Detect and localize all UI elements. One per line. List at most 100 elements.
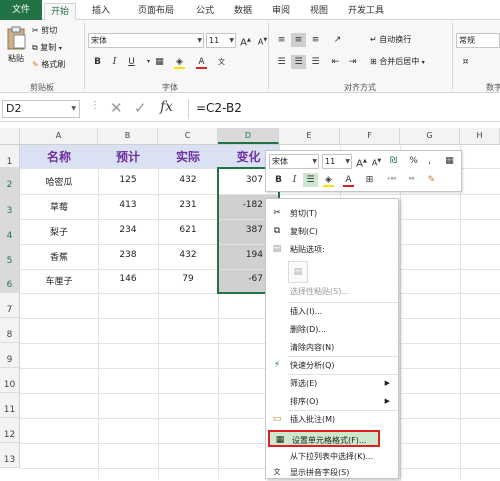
mini-font-size-combo[interactable]: 11 ▼ [322, 154, 352, 169]
menu-item-copy[interactable]: ⧉ 复制(C) [266, 223, 398, 240]
wrap-text-button[interactable]: ↵ 自动换行 [370, 33, 440, 47]
mini-increase-decimal-button[interactable]: ⁺⁰⁰ [384, 173, 399, 187]
merge-center-button[interactable]: ⊞ 合并后居中 ▾ [370, 55, 452, 69]
mini-grow-font-button[interactable]: A▲ [354, 154, 369, 169]
table-header-cell[interactable]: 名称 [20, 148, 98, 165]
row-header-8[interactable]: 8 [0, 318, 20, 343]
column-header-c[interactable]: C [158, 128, 218, 144]
align-top-button[interactable]: ≡ [274, 33, 289, 47]
copy-button[interactable]: ⧉ 复制 ▾ [32, 42, 82, 54]
tab-file[interactable]: 文件 [0, 0, 42, 20]
phonetic-button[interactable]: 文 [214, 55, 229, 69]
table-cell[interactable]: 231 [158, 200, 218, 210]
mini-shrink-font-button[interactable]: A▼ [369, 154, 384, 168]
tab-view[interactable]: 视图 [302, 3, 336, 20]
mini-font-color-button[interactable]: A [341, 173, 356, 187]
tab-developer[interactable]: 开发工具 [340, 3, 392, 20]
row-header-6[interactable]: 6 [0, 269, 20, 293]
column-header-e[interactable]: E [279, 128, 340, 144]
italic-button[interactable]: I [107, 55, 122, 69]
mini-comma-button[interactable]: , [422, 154, 437, 168]
mini-accounting-button[interactable]: ₪ [386, 154, 401, 168]
borders-button[interactable]: ▦ [152, 55, 167, 69]
mini-decrease-decimal-button[interactable]: ⁰⁰ [404, 173, 419, 187]
currency-button[interactable]: ¤ [458, 55, 473, 69]
mini-format-painter-button[interactable]: ✎ [424, 173, 439, 187]
table-cell[interactable]: 387 [218, 225, 263, 235]
table-cell[interactable]: 194 [218, 250, 263, 260]
table-cell[interactable]: 79 [158, 274, 218, 284]
row-header-9[interactable]: 9 [0, 343, 20, 368]
mini-bold-button[interactable]: B [271, 173, 286, 187]
table-cell[interactable]: 草莓 [20, 200, 98, 213]
row-header-12[interactable]: 12 [0, 418, 20, 443]
menu-item-format-cells[interactable]: ▦ 设置单元格格式(F)... [268, 430, 380, 447]
row-header-11[interactable]: 11 [0, 393, 20, 418]
row-header-2[interactable]: 2 [0, 168, 20, 194]
increase-indent-button[interactable]: ⇥ [345, 55, 360, 69]
bold-button[interactable]: B [90, 55, 105, 69]
paste-option-button[interactable]: ▤ [288, 261, 308, 283]
table-cell[interactable]: -67 [218, 274, 263, 284]
column-header-h[interactable]: H [460, 128, 500, 144]
menu-item-pick-from-list[interactable]: 从下拉列表中选择(K)... [266, 448, 398, 465]
column-header-b[interactable]: B [98, 128, 158, 144]
tab-page-layout[interactable]: 页面布局 [126, 3, 186, 20]
number-format-combo[interactable]: 常规 [456, 33, 500, 48]
menu-item-clear-contents[interactable]: 清除内容(N) [266, 339, 398, 356]
underline-button[interactable]: U [124, 55, 139, 69]
format-painter-button[interactable]: ✎ 格式刷 [32, 59, 82, 71]
mini-percent-button[interactable]: % [406, 154, 421, 168]
table-cell[interactable]: 梨子 [20, 225, 98, 238]
table-cell[interactable]: 146 [98, 274, 158, 284]
align-middle-button[interactable]: ≡ [291, 33, 306, 47]
tab-review[interactable]: 审阅 [264, 3, 298, 20]
decrease-indent-button[interactable]: ⇤ [328, 55, 343, 69]
table-cell[interactable]: 432 [158, 250, 218, 260]
mini-italic-button[interactable]: I [287, 173, 302, 187]
confirm-icon[interactable]: ✓ [134, 99, 147, 117]
cancel-icon[interactable]: ✕ [110, 99, 123, 117]
mini-borders-button[interactable]: ⊞ [362, 173, 377, 187]
menu-item-delete[interactable]: 删除(D)... [266, 321, 398, 338]
column-header-d[interactable]: D [218, 128, 279, 144]
table-cell[interactable]: 413 [98, 200, 158, 210]
tab-home[interactable]: 开始 [44, 3, 76, 20]
tab-formulas[interactable]: 公式 [188, 3, 222, 20]
menu-item-cut[interactable]: ✂ 剪切(T) [266, 205, 398, 222]
table-cell[interactable]: -182 [218, 200, 263, 210]
align-center-button[interactable]: ☰ [291, 55, 306, 69]
row-header-5[interactable]: 5 [0, 244, 20, 269]
mini-fill-color-button[interactable]: ◈ [321, 173, 336, 187]
row-header-4[interactable]: 4 [0, 219, 20, 244]
table-cell[interactable]: 234 [98, 225, 158, 235]
table-cell[interactable]: 车厘子 [20, 274, 98, 287]
menu-item-quick-analysis[interactable]: ⚡ 快速分析(Q) [266, 357, 398, 374]
align-right-button[interactable]: ☰ [308, 55, 323, 69]
tab-insert[interactable]: 插入 [84, 3, 118, 20]
table-cell[interactable]: 432 [158, 175, 218, 185]
row-header-3[interactable]: 3 [0, 194, 20, 219]
menu-item-insert[interactable]: 插入(I)... [266, 303, 398, 320]
menu-item-sort[interactable]: 排序(O) ▶ [266, 393, 398, 410]
row-header-10[interactable]: 10 [0, 368, 20, 393]
grow-font-button[interactable]: A▲ [238, 33, 253, 48]
paste-button[interactable]: 粘贴 [4, 26, 28, 70]
cut-button[interactable]: ✂ 剪切 [32, 25, 76, 37]
row-header-7[interactable]: 7 [0, 293, 20, 318]
table-cell[interactable]: 307 [218, 175, 263, 185]
table-cell[interactable]: 香蕉 [20, 250, 98, 263]
row-header-13[interactable]: 13 [0, 443, 20, 468]
align-bottom-button[interactable]: ≡ [308, 33, 323, 47]
font-color-button[interactable]: A [194, 55, 209, 69]
font-size-combo[interactable]: 11 ▼ [206, 33, 236, 48]
table-cell[interactable]: 238 [98, 250, 158, 260]
table-header-cell[interactable]: 预计 [98, 148, 158, 165]
function-icon[interactable]: fx [160, 99, 173, 115]
mini-format-table-button[interactable]: ▦ [442, 154, 457, 168]
table-cell[interactable]: 621 [158, 225, 218, 235]
column-header-f[interactable]: F [340, 128, 400, 144]
table-header-cell[interactable]: 实际 [158, 148, 218, 165]
tab-data[interactable]: 数据 [226, 3, 260, 20]
menu-item-show-phonetic[interactable]: 文显示拼音字段(S) [266, 464, 398, 481]
